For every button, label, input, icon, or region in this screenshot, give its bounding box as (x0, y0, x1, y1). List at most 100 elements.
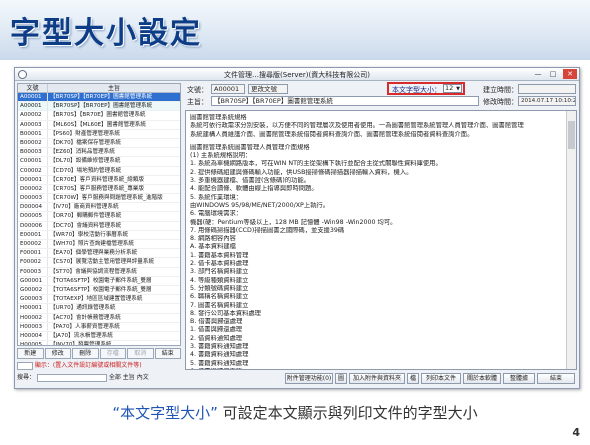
list-item[interactable]: H00005 【INV70】發票管理系統 (18, 341, 180, 346)
list-item-subject: 【ST70】會議與協調流程管理系統 (50, 268, 137, 275)
list-item-docno: C00001 (18, 157, 48, 166)
save-button[interactable]: 存檔 (99, 348, 126, 359)
list-item[interactable]: A00002 【BR70S】【BR70E】圖書館管理系統 (18, 111, 180, 121)
list-item[interactable]: F00002 【CS70】展覽活動主管用管理與評量系統 (18, 258, 180, 268)
maximize-button[interactable]: □ (546, 69, 560, 79)
app-window: 文件管理…搜尋版(Server)(資大科技有限公司) — □ ✕ 文號 主旨 A… (14, 67, 580, 389)
font-size-value: 12 (445, 84, 454, 92)
document-scrollbar[interactable] (566, 111, 576, 369)
search-opt-body[interactable]: 內文 (137, 374, 149, 381)
document-line: 5. 書籍資料通知處理 (190, 359, 249, 367)
document-line: 1. 借書與歸還處理 (190, 326, 243, 334)
list-item-subject: 【TOTA6SFTP】校園電子郵件系統_雙層 (50, 277, 152, 284)
list-item[interactable]: C00001 【DL70】設備維修管理系統 (18, 157, 180, 167)
list-item[interactable]: H00001 【UR70】通訊錄管理系統 (18, 304, 180, 314)
list-item[interactable]: D00002 【CR70S】客戶服務管理系統_專業版 (18, 184, 180, 195)
scrollbar-thumb[interactable] (568, 121, 575, 149)
list-item-docno: F00001 (18, 249, 48, 258)
document-line: (1) 主系統規格說明： (190, 152, 252, 160)
about-button[interactable]: 關於本軟體 (463, 373, 501, 384)
list-item-docno: G00003 (18, 295, 48, 304)
list-item-subject: 【IV70】廠商資料管理系統 (50, 204, 119, 211)
attachment-button[interactable]: 附件管理功能(0) (285, 373, 333, 384)
list-item[interactable]: D00001 【CR70E】客戶資料管理系統_總類版 (18, 175, 180, 185)
document-list: 文號 主旨 A00001 【BR70SP】【BR70EP】圖書館管理系統 A0000… (17, 83, 181, 346)
list-item[interactable]: C00002 【CD70】場地預約管理系統 (18, 166, 180, 176)
list-item[interactable]: A00003 【ML60S】【ML60E】圖書館管理系統 (18, 120, 180, 130)
list-item[interactable]: H00003 【PA70】人事薪資管理系統 (18, 322, 180, 332)
list-item[interactable]: F00001 【EA70】個學管理與業務分析系統 (18, 249, 180, 259)
list-item[interactable]: B00003 【EZ60】消耗品管理系統 (18, 148, 180, 158)
document-line: B. 借書與歸還處理 (190, 318, 243, 326)
list-item[interactable]: D00004 【IV70】廠商資料管理系統 (18, 203, 180, 213)
image-button[interactable]: 圖 (335, 373, 347, 384)
list-item[interactable]: A00001 【BR70SP】【BR70EP】圖書館管理系統 (18, 93, 180, 103)
close-button[interactable]: ✕ (563, 69, 577, 79)
slide-caption: “本文字型大小” 可設定本文顯示與列印文件的字型大小 (0, 402, 590, 423)
document-line: 2. 借卡基本資料處理 (190, 260, 249, 268)
display-dropdown[interactable] (17, 361, 33, 370)
docno-field[interactable]: A00001 (211, 84, 245, 94)
file-button[interactable]: 檔 (407, 373, 419, 384)
delete-button[interactable]: 刪除 (72, 348, 99, 359)
list-item-subject: 【BR70SP】【BR70EP】圖書館管理系統 (50, 94, 153, 100)
list-item-subject: 【DL70】設備維修管理系統 (50, 158, 121, 165)
list-item-subject: 【DC70】會議資料管理系統 (50, 222, 122, 229)
column-subject-header[interactable]: 主旨 (48, 84, 180, 92)
change-docno-button[interactable]: 更改文號 (248, 84, 288, 94)
column-docno-header[interactable]: 文號 (18, 84, 48, 92)
overall-button[interactable]: 整體據 (503, 373, 535, 384)
cancel-button[interactable]: 取消 (127, 348, 154, 359)
add-attachment-button[interactable]: 加入附件與資料夾 (349, 373, 405, 384)
document-body[interactable]: 圖書館管理系統規格 系統可依行政需求分別安裝，以方便不同的管理層次及使用者使用。一… (185, 110, 577, 370)
search-opt-subject[interactable]: 主旨 (123, 374, 135, 381)
list-item-docno: E00001 (18, 230, 48, 239)
document-line: 由WINDOWS 95/98/ME/NET/2000/XP上執行。 (190, 201, 330, 209)
list-item-subject: 【CR70S】客戶服務管理系統_專業版 (50, 185, 144, 192)
list-item[interactable]: E00001 【WR70】學校活動行事曆系統 (18, 230, 180, 240)
list-item[interactable]: A00001 【BR70SP】【BR70EP】圖書館管理系統 (18, 102, 180, 112)
search-input[interactable] (36, 373, 107, 382)
exit-button[interactable]: 結束 (154, 348, 181, 359)
list-item[interactable]: D00003 【CR70W】客戶服務與問題管理系統_進階版 (18, 194, 180, 204)
list-item[interactable]: G00003 【TOTAEXP】地區區域建置管理系統 (18, 295, 180, 305)
list-item[interactable]: D00006 【DC70】會議資料管理系統 (18, 221, 180, 231)
exit-app-button[interactable]: 結束 (537, 373, 575, 384)
list-item[interactable]: F00003 【ST70】會議與協調流程管理系統 (18, 267, 180, 277)
document-line: 2. 借資料通知處理 (190, 334, 243, 342)
list-item[interactable]: H00004 【JA70】流水帳管理系統 (18, 331, 180, 342)
list-item[interactable]: E00002 【WH70】照片查詢建檔管理系統 (18, 240, 180, 250)
list-item-subject: 【ML60S】【ML60E】圖書館管理系統 (50, 121, 146, 128)
list-item-docno: B00002 (18, 138, 48, 148)
list-item-docno: D00006 (18, 221, 48, 230)
list-item[interactable]: B00001 【PS60】財產管理管理系統 (18, 129, 180, 139)
document-line: 4. 書籍資料通知處理 (190, 351, 249, 359)
edit-button[interactable]: 修改 (44, 348, 71, 359)
subject-label: 主旨： (187, 98, 208, 106)
list-item-docno: H00004 (18, 331, 48, 341)
list-item[interactable]: G00001 【TOTA6SFTP】校園電子郵件系統_雙層 (18, 276, 180, 286)
font-size-select[interactable]: 12 ▼ (443, 84, 462, 93)
print-button[interactable]: 列印本文件 (421, 373, 461, 384)
list-item-subject: 【CD70】場地預約管理系統 (50, 167, 122, 174)
bottom-toolbar: 附件管理功能(0) 圖 加入附件與資料夾 檔 列印本文件 關於本軟體 整體據 結… (185, 373, 577, 385)
list-item[interactable]: G00002 【TOTA6SFTP】校園電子郵件系統_雙層 (18, 285, 180, 296)
new-button[interactable]: 新建 (17, 348, 44, 359)
list-item-docno: C00002 (18, 166, 48, 175)
document-line: 4. 等級種類資料建立 (190, 276, 249, 284)
list-item-subject: 【CR70E】客戶資料管理系統_總類版 (50, 176, 144, 183)
subject-field[interactable]: 【BR70SP】【BR70EP】圖書館管理系統 (211, 96, 479, 106)
list-item-docno: D00001 (18, 175, 48, 184)
minimize-button[interactable]: — (531, 69, 545, 79)
list-item[interactable]: D00005 【OR70】郵購郵件管理系統 (18, 212, 180, 222)
document-line: 圖書館管理系統規格 (190, 114, 247, 121)
slide-banner: 字型大小設定 (0, 0, 590, 60)
list-item-docno: D00002 (18, 184, 48, 194)
list-item[interactable]: H00002 【AC70】會計帳務管理系統 (18, 313, 180, 323)
created-time-field (518, 84, 576, 94)
list-button-bar: 新建 修改 刪除 存檔 取消 結束 (17, 348, 181, 359)
list-item[interactable]: B00002 【DK70】檔案保存管理系統 (18, 138, 180, 149)
document-lines: 圖書館管理系統規格 系統可依行政需求分別安裝，以方便不同的管理層次及使用者使用。一… (190, 114, 562, 369)
search-opt-all[interactable]: 全部 (109, 374, 121, 381)
list-item-subject: 【INV70】發票管理系統 (50, 342, 112, 346)
